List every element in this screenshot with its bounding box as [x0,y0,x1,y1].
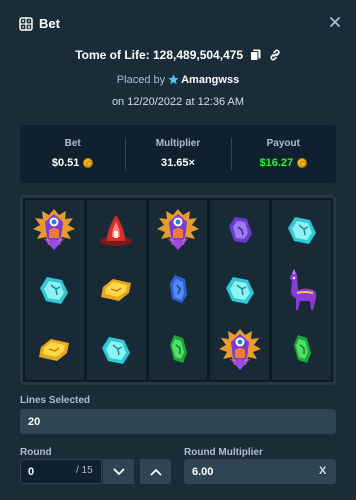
round-decrease-button[interactable] [103,459,134,484]
bet-icon [19,17,33,31]
lines-selected-label: Lines Selected [20,395,91,406]
llama-symbol [277,265,327,315]
chevron-up-icon [150,468,161,475]
payout-value-row: $16.27 [259,157,308,169]
green-gem-symbol [153,325,203,375]
link-icon[interactable] [269,49,281,61]
round-increase-button[interactable] [140,459,171,484]
username-link[interactable]: Amangwss [181,74,239,86]
round-value: 0 [28,465,35,478]
lines-selected-field: 20 [20,409,336,434]
bet-stats-panel: Bet $0.51 Multiplier 31.65× Payout $16.2… [20,125,336,183]
aqua-gem-symbol [29,265,79,315]
chevron-down-icon [113,468,124,475]
payout-stat: Payout $16.27 [230,125,336,183]
placed-by-line: Placed by Amangwss [0,74,356,86]
aqua-gem-symbol [277,205,327,255]
game-id-line: Tome of Life: 128,489,504,475 [0,48,356,62]
aqua-gem-symbol [91,325,141,375]
reel-3 [148,200,208,380]
bet-amount: $0.51 [51,157,80,169]
red-helm-symbol [91,205,141,255]
game-title: Tome of Life: [75,48,153,62]
purple-gem-symbol [215,205,265,255]
green-gem-symbol [277,325,327,375]
reel-4 [210,200,270,380]
gold-gem-symbol [29,325,79,375]
copy-icon[interactable] [250,49,261,61]
reel-1 [25,200,84,380]
bet-id: 128,489,504,475 [153,48,244,62]
slot-reels [20,195,336,385]
modal-title: Bet [39,16,60,31]
vip-star-icon [168,74,179,85]
lines-selected-value: 20 [28,415,41,428]
round-multiplier-suffix: X [319,465,327,477]
multiplier-label: Multiplier [155,138,201,149]
bet-stat: Bet $0.51 [20,125,125,183]
close-icon[interactable] [327,14,343,30]
reel-2 [86,200,146,380]
round-label: Round [20,447,52,458]
payout-label: Payout [266,138,300,149]
aqua-gem-symbol [215,265,265,315]
round-max: / 15 [76,465,93,476]
sorceress-symbol [153,205,203,255]
bet-date: on 12/20/2022 at 12:36 AM [111,96,245,108]
sorceress-symbol [29,205,79,255]
bet-label: Bet [64,138,81,149]
modal-header: Bet [0,0,356,48]
multiplier-stat: Multiplier 31.65× [125,125,230,183]
placed-by-label: Placed by [116,74,166,86]
reel-5 [272,200,331,380]
sorceress-symbol [215,325,265,375]
round-multiplier-label: Round Multiplier [184,447,263,458]
round-multiplier-value: 6.00 [192,465,214,478]
payout-amount: $16.27 [259,157,294,169]
round-multiplier-field: 6.00 [184,459,336,484]
coin-icon [83,158,94,168]
bet-value-row: $0.51 [52,157,94,169]
multiplier-value: 31.65× [161,157,195,169]
gold-gem-symbol [91,265,141,315]
blue-gem-symbol [153,265,203,315]
coin-icon [297,158,308,168]
